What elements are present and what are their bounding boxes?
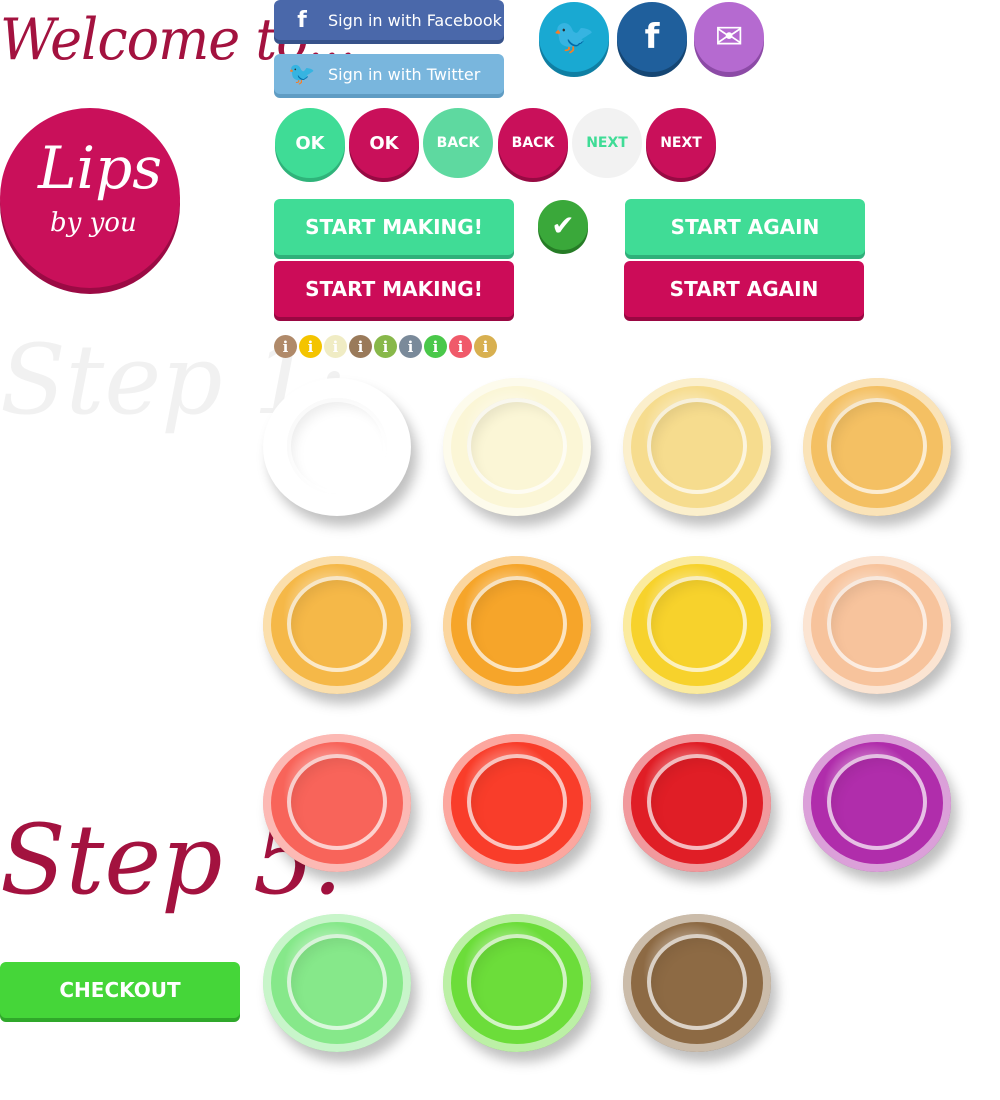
pot-color: [647, 576, 747, 672]
start-again-button-green[interactable]: START AGAIN: [625, 199, 865, 255]
sign-in-facebook-button[interactable]: f Sign in with Facebook: [274, 0, 504, 40]
start-making-button-green[interactable]: START MAKING!: [274, 199, 514, 255]
pot-color: [287, 398, 387, 494]
checkout-button[interactable]: CHECKOUT: [0, 962, 240, 1018]
mail-icon: ✉: [714, 17, 744, 57]
pot-color: [287, 934, 387, 1030]
facebook-icon: f: [297, 7, 307, 33]
color-pot[interactable]: [623, 914, 773, 1054]
email-share-button[interactable]: ✉: [694, 2, 764, 72]
lips-by-you-logo: Lips by you: [0, 108, 180, 288]
pot-color: [827, 576, 927, 672]
color-pot[interactable]: [623, 734, 773, 874]
twitter-button-label: Sign in with Twitter: [328, 64, 481, 84]
facebook-share-button[interactable]: f: [617, 2, 687, 72]
start-again-button-pink[interactable]: START AGAIN: [624, 261, 864, 317]
facebook-icon: f: [644, 17, 660, 57]
color-pot[interactable]: [263, 556, 413, 696]
color-pot[interactable]: [443, 378, 593, 518]
color-pot[interactable]: [443, 556, 593, 696]
next-button-pink[interactable]: NEXT: [646, 108, 716, 178]
color-pot[interactable]: [263, 734, 413, 874]
info-icon[interactable]: i: [474, 335, 497, 358]
color-pot[interactable]: [263, 378, 413, 518]
color-pot[interactable]: [263, 914, 413, 1054]
twitter-icon: 🐦: [552, 17, 596, 57]
logo-text-lips: Lips: [38, 134, 162, 202]
info-icon[interactable]: i: [349, 335, 372, 358]
pot-color: [287, 576, 387, 672]
logo-text-byyou: by you: [50, 208, 137, 238]
ok-button-green[interactable]: OK: [275, 108, 345, 178]
color-pot[interactable]: [803, 734, 953, 874]
pot-color: [647, 934, 747, 1030]
twitter-share-button[interactable]: 🐦: [539, 2, 609, 72]
color-pot[interactable]: [443, 734, 593, 874]
info-icon[interactable]: i: [299, 335, 322, 358]
pot-color: [827, 754, 927, 850]
color-pot[interactable]: [443, 914, 593, 1054]
color-pot[interactable]: [803, 378, 953, 518]
color-pot[interactable]: [623, 556, 773, 696]
info-icon[interactable]: i: [274, 335, 297, 358]
start-making-button-pink[interactable]: START MAKING!: [274, 261, 514, 317]
back-button-mint[interactable]: BACK: [423, 108, 493, 178]
info-icon[interactable]: i: [424, 335, 447, 358]
color-pot[interactable]: [803, 556, 953, 696]
pot-color: [827, 398, 927, 494]
twitter-icon: 🐦: [288, 61, 316, 87]
pot-color: [467, 934, 567, 1030]
next-button-light[interactable]: NEXT: [572, 108, 642, 178]
ok-button-pink[interactable]: OK: [349, 108, 419, 178]
info-icon[interactable]: i: [399, 335, 422, 358]
pot-color: [467, 754, 567, 850]
back-button-pink[interactable]: BACK: [498, 108, 568, 178]
info-icon[interactable]: i: [449, 335, 472, 358]
facebook-button-label: Sign in with Facebook: [328, 10, 502, 30]
check-icon[interactable]: ✔: [538, 200, 588, 250]
pot-color: [647, 398, 747, 494]
pot-color: [287, 754, 387, 850]
info-icon[interactable]: i: [324, 335, 347, 358]
pot-color: [647, 754, 747, 850]
pot-color: [467, 398, 567, 494]
sign-in-twitter-button[interactable]: 🐦 Sign in with Twitter: [274, 54, 504, 94]
info-icon[interactable]: i: [374, 335, 397, 358]
color-pot[interactable]: [623, 378, 773, 518]
pot-color: [467, 576, 567, 672]
